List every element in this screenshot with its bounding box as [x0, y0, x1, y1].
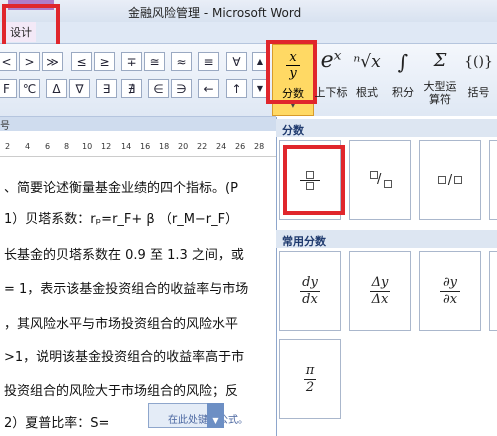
- fraction-numerator: ∂y: [442, 274, 458, 290]
- title-bar: 金融风险管理 - Microsoft Word: [0, 0, 497, 22]
- symbol-button[interactable]: ∋: [171, 79, 192, 98]
- document-line: >1，说明该基金投资组合的收益率高于市: [4, 350, 245, 365]
- integral-icon: ∫: [397, 50, 409, 74]
- document-line: ，其风险水平与市场投资组合的风险水平: [4, 317, 239, 332]
- symbol-button[interactable]: ℃: [19, 79, 40, 98]
- fraction-skewed-tile[interactable]: /: [349, 140, 411, 220]
- fraction-small-tile[interactable]: [489, 140, 497, 220]
- ruler-number: 22: [197, 142, 208, 151]
- ruler-number: 24: [216, 142, 227, 151]
- highlight-fraction-button: [266, 40, 317, 104]
- common-fraction-tile[interactable]: Δy Δx: [349, 251, 411, 331]
- window-title: 金融风险管理 - Microsoft Word: [128, 6, 302, 20]
- ruler-number: 6: [45, 142, 51, 151]
- document-line: 投资组合的风险大于市场组合的风险；反: [4, 384, 239, 399]
- fraction-numerator: Δy: [371, 274, 389, 290]
- ruler-number: 4: [25, 142, 31, 151]
- ribbon-group-footer: [0, 116, 276, 131]
- symbol-button[interactable]: ≅: [144, 52, 165, 71]
- bracket-icon: {()}: [464, 54, 493, 70]
- ruler-number: 2: [5, 142, 11, 151]
- section-header-common-fractions: 常用分数: [276, 230, 497, 248]
- radical-button-label: 根式: [356, 86, 378, 99]
- symbol-button[interactable]: ≡: [198, 52, 219, 71]
- bracket-button[interactable]: {()} 括号: [460, 44, 497, 116]
- radical-icon: ⁿ√x: [353, 52, 381, 72]
- equation-options-handle[interactable]: ▼: [207, 403, 224, 428]
- symbol-button[interactable]: ∀: [226, 52, 247, 71]
- integral-button[interactable]: ∫ 积分: [386, 44, 420, 116]
- symbol-button[interactable]: ∈: [148, 79, 169, 98]
- large-operator-button-label: 大型运算符: [423, 80, 457, 106]
- fraction-denominator: ∂x: [442, 291, 458, 307]
- document-line: 2）夏普比率：S=: [4, 416, 110, 431]
- symbol-button[interactable]: ↑: [226, 79, 247, 98]
- ruler-number: 28: [254, 142, 265, 151]
- ruler-number: 16: [140, 142, 151, 151]
- document-line: 长基金的贝塔系数在 0.9 至 1.3 之间，或: [4, 248, 244, 263]
- common-fraction-tile[interactable]: π2: [279, 339, 341, 419]
- ruler-number: 20: [178, 142, 189, 151]
- radical-button[interactable]: ⁿ√x 根式: [350, 44, 384, 116]
- linear-fraction-icon: /: [437, 173, 463, 188]
- highlight-design-tab: [2, 4, 60, 48]
- arrow-right-icon: >: [24, 54, 35, 69]
- symbol-button[interactable]: F: [0, 79, 17, 98]
- script-button-label: 上下标: [314, 86, 348, 99]
- sigma-icon: Σ: [433, 50, 447, 71]
- group-label: 号: [0, 121, 10, 132]
- symbol-button[interactable]: Δ: [46, 79, 67, 98]
- symbol-button[interactable]: ≫: [42, 52, 63, 71]
- ruler-number: 18: [159, 142, 170, 151]
- symbol-button[interactable]: ←: [198, 79, 219, 98]
- ruler-number: 10: [82, 142, 93, 151]
- symbol-button[interactable]: ≤: [71, 52, 92, 71]
- fraction-denominator: 2: [305, 379, 315, 395]
- script-button[interactable]: eˣ 上下标: [314, 44, 348, 116]
- symbol-button[interactable]: <: [0, 52, 17, 71]
- document-line: 1）贝塔系数：rₚ=r_F+ β （r_M−r_F）: [4, 212, 239, 227]
- bracket-button-label: 括号: [467, 86, 490, 99]
- fraction-linear-tile[interactable]: /: [419, 140, 481, 220]
- chevron-down-icon: ▼: [212, 416, 219, 425]
- fraction-expression: Δy Δx: [370, 274, 390, 307]
- fraction-expression: dy dx: [300, 274, 320, 307]
- superscript-icon: eˣ: [320, 48, 342, 73]
- chevron-up-icon: ▲: [256, 57, 264, 66]
- highlight-stacked-fraction: [283, 145, 345, 215]
- horizontal-ruler[interactable]: 2 4 6 8 10 12 14 16 18 20 22 24 26 28: [0, 131, 276, 157]
- fraction-denominator: Δx: [371, 291, 389, 307]
- symbol-button[interactable]: ∃: [96, 79, 117, 98]
- document-line: = 1，表示该基金投资组合的收益率与市场: [4, 282, 249, 297]
- symbol-button[interactable]: ∇: [69, 79, 90, 98]
- document-line: 、简要论述衡量基金业绩的四个指标。(P: [4, 181, 238, 196]
- ribbon-tab-bar: [0, 22, 497, 44]
- ruler-number: 8: [64, 142, 70, 151]
- common-fraction-tile[interactable]: ∂y ∂x: [419, 251, 481, 331]
- fraction-denominator: dx: [302, 291, 318, 307]
- skewed-fraction-icon: /: [366, 169, 394, 191]
- ruler-number: 12: [101, 142, 112, 151]
- fraction-expression: π2: [304, 362, 316, 395]
- symbol-button[interactable]: ≥: [94, 52, 115, 71]
- chevron-down-icon: ▼: [256, 84, 264, 93]
- symbol-button[interactable]: >: [19, 52, 40, 71]
- integral-button-label: 积分: [392, 86, 414, 99]
- symbol-button[interactable]: ∓: [121, 52, 142, 71]
- common-fraction-tile[interactable]: dy dx: [279, 251, 341, 331]
- fraction-numerator: π: [305, 362, 315, 378]
- large-operator-button[interactable]: Σ 大型运算符: [420, 44, 460, 116]
- fraction-expression: ∂y ∂x: [440, 274, 460, 307]
- symbol-button[interactable]: ∄: [121, 79, 142, 98]
- ruler-number: 26: [235, 142, 246, 151]
- fraction-numerator: dy: [302, 274, 318, 290]
- ruler-number: 14: [121, 142, 132, 151]
- common-fraction-tile[interactable]: δyδx: [489, 251, 497, 331]
- section-header-fraction: 分数: [276, 119, 497, 137]
- symbol-button[interactable]: ≈: [171, 52, 192, 71]
